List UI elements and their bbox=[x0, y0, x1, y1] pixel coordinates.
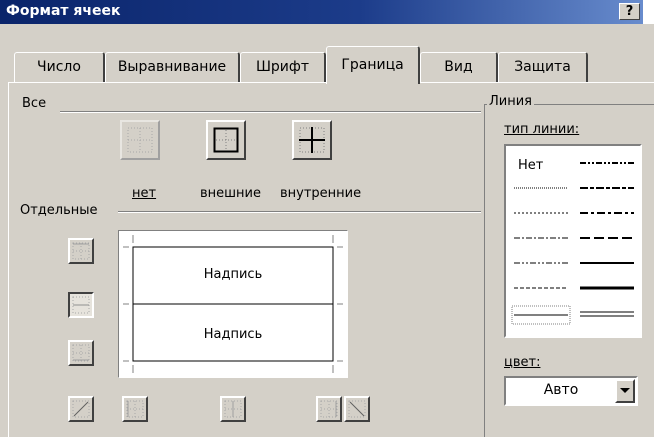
presets-group-label: Все bbox=[20, 96, 49, 111]
help-button[interactable]: ? bbox=[619, 3, 640, 20]
preview-text-top: Надпись bbox=[203, 267, 263, 282]
line-group-label: Линия bbox=[487, 94, 534, 109]
border-preview[interactable]: Надпись Надпись bbox=[118, 230, 348, 378]
border-inside-icon bbox=[299, 127, 325, 153]
border-left-button[interactable] bbox=[122, 396, 148, 422]
border-top-button[interactable] bbox=[68, 238, 94, 264]
diagonal-down-icon bbox=[348, 400, 366, 418]
line-color-value: Авто bbox=[543, 382, 579, 398]
border-inside-horizontal-button[interactable] bbox=[68, 292, 94, 318]
border-bottom-icon bbox=[72, 344, 90, 362]
border-right-icon bbox=[320, 400, 338, 418]
line-color-dropdown-button[interactable] bbox=[615, 379, 635, 403]
line-group-border bbox=[484, 104, 485, 437]
line-style-list[interactable]: Нет bbox=[504, 144, 642, 338]
border-group-line-light bbox=[118, 212, 481, 213]
window-title: Формат ячеек bbox=[6, 3, 121, 19]
border-inside-vertical-icon bbox=[224, 400, 242, 418]
preset-none-button[interactable] bbox=[120, 120, 160, 160]
border-bottom-button[interactable] bbox=[68, 340, 94, 366]
tab-alignment[interactable]: Выравнивание bbox=[105, 52, 240, 82]
border-inside-horizontal-icon bbox=[72, 296, 90, 314]
border-none-icon bbox=[127, 127, 153, 153]
preset-none-label: нет bbox=[130, 186, 159, 201]
preview-grid bbox=[123, 235, 343, 373]
border-outline-icon bbox=[213, 127, 239, 153]
chevron-down-icon bbox=[620, 388, 630, 393]
line-color-select[interactable]: Авто bbox=[504, 376, 638, 406]
border-group-label: Отдельные bbox=[18, 203, 100, 218]
presets-group-line-light bbox=[60, 112, 481, 113]
border-left-icon bbox=[126, 400, 144, 418]
preview-text-bottom: Надпись bbox=[203, 327, 263, 342]
line-style-samples[interactable] bbox=[506, 146, 640, 336]
window-edge bbox=[643, 0, 654, 24]
preset-outline-label: внешние bbox=[198, 186, 264, 201]
preset-inside-button[interactable] bbox=[292, 120, 332, 160]
line-color-label: цвет: bbox=[502, 355, 543, 370]
tab-view[interactable]: Вид bbox=[420, 52, 498, 82]
line-style-label: тип линии: bbox=[502, 122, 582, 137]
tab-font[interactable]: Шрифт bbox=[240, 52, 326, 82]
border-diagonal-down-button[interactable] bbox=[344, 396, 370, 422]
border-right-button[interactable] bbox=[316, 396, 342, 422]
border-inside-vertical-button[interactable] bbox=[220, 396, 246, 422]
tab-border[interactable]: Граница bbox=[326, 46, 420, 84]
preset-outline-button[interactable] bbox=[206, 120, 246, 160]
tab-protection[interactable]: Защита bbox=[498, 52, 588, 82]
preset-inside-label: внутренние bbox=[278, 186, 364, 201]
diagonal-up-icon bbox=[72, 400, 90, 418]
tab-number[interactable]: Число bbox=[14, 52, 105, 82]
border-diagonal-up-button[interactable] bbox=[68, 396, 94, 422]
border-top-icon bbox=[72, 242, 90, 260]
